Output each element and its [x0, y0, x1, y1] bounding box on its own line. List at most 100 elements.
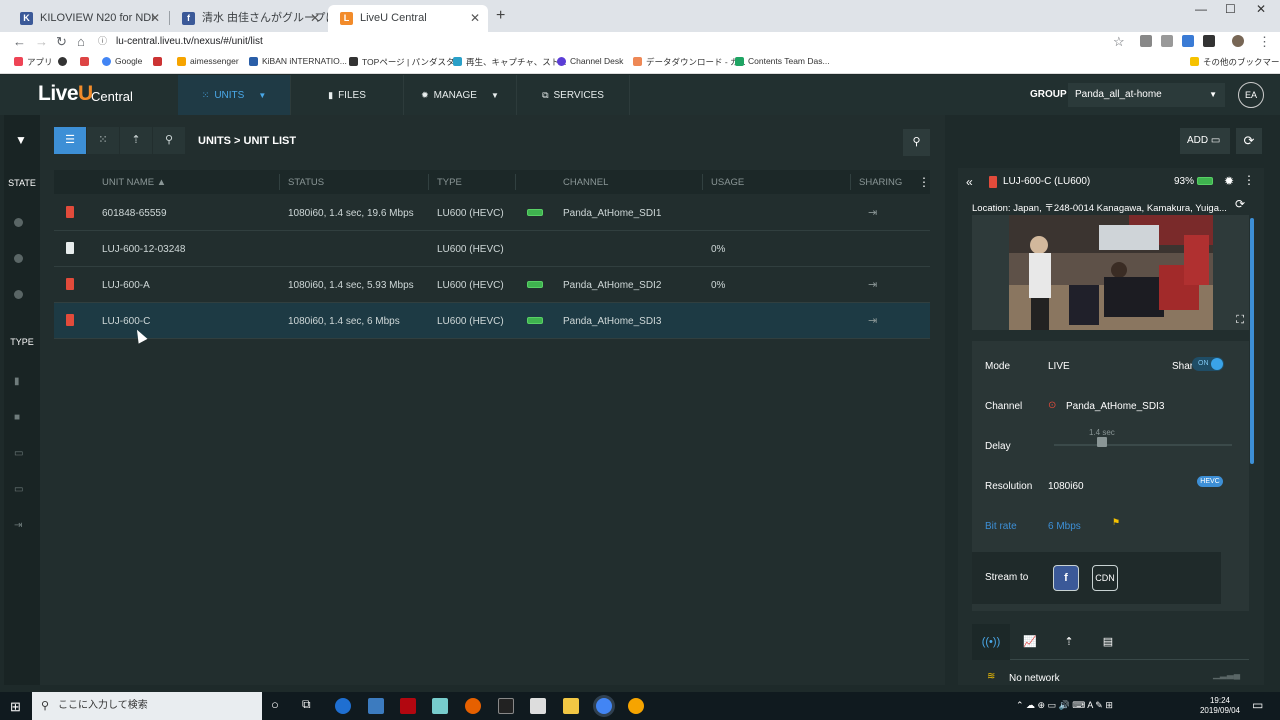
nav-files[interactable]: ▮ FILES [291, 75, 404, 115]
cortana-icon[interactable]: ○ [271, 697, 279, 712]
camera-extension-icon[interactable] [1161, 35, 1173, 47]
delay-slider-handle[interactable] [1097, 437, 1107, 447]
refresh-location-icon[interactable]: ⟳ [1235, 197, 1245, 211]
camera-type-icon[interactable]: ■ [14, 412, 20, 423]
bookmark-star-icon[interactable]: ☆ [1113, 34, 1125, 50]
taskbar-clock[interactable]: 19:24 2019/09/04 [1196, 696, 1244, 716]
norton-icon[interactable] [628, 698, 644, 714]
bookmark-capture[interactable]: 再生、キャプチャ、スト... [453, 56, 566, 68]
extension-icon[interactable] [1182, 35, 1194, 47]
tab-live-stream[interactable]: ((•)) [972, 624, 1010, 660]
close-tab-icon[interactable]: ✕ [310, 5, 320, 31]
bookmark-channel-desk[interactable]: Channel Desk [557, 56, 623, 66]
bookmark-aimessenger[interactable]: aimessenger [177, 56, 239, 66]
bookmark-contents-team[interactable]: Contents Team Das... [735, 56, 830, 66]
state-filter-dot[interactable] [14, 218, 23, 227]
browser-tab-liveu[interactable]: L LiveU Central ✕ [328, 5, 488, 32]
nav-units[interactable]: ⁙ UNITS ▼ [178, 75, 291, 115]
app-icon[interactable] [432, 698, 448, 714]
panel-menu-icon[interactable]: ⋮ [1243, 173, 1255, 187]
bookmark-google[interactable]: Google [102, 56, 142, 66]
column-menu-icon[interactable]: ⋮ [918, 175, 930, 189]
refresh-button[interactable]: ⟳ [1236, 128, 1262, 154]
col-sharing[interactable]: SHARING [859, 177, 902, 188]
tray-icons[interactable]: ⌃ ☁ ⊕ ▭ 🔊 ⌨ A ✎ ⊞ [1016, 700, 1113, 711]
reload-icon[interactable]: ↻ [56, 34, 67, 50]
forward-icon[interactable]: → [35, 34, 48, 49]
close-tab-icon[interactable]: ✕ [470, 5, 480, 31]
chrome-icon[interactable] [596, 698, 612, 714]
state-filter-dot[interactable] [14, 290, 23, 299]
profile-avatar-icon[interactable] [1232, 35, 1244, 47]
back-icon[interactable]: ← [13, 34, 26, 49]
bookmark-kiban[interactable]: KiBAN iNTERNATIO... [249, 56, 347, 66]
nav-manage[interactable]: ✹ MANAGE ▼ [404, 75, 517, 115]
notification-icon[interactable]: ▭ [1252, 698, 1263, 712]
tab-stats[interactable]: 📈 [1011, 624, 1049, 660]
tab-upload[interactable]: ⇡ [1050, 624, 1088, 660]
upload-view-button[interactable]: ⇡ [120, 127, 152, 154]
task-view-icon[interactable]: ⧉ [302, 697, 311, 712]
col-unit-name[interactable]: UNIT NAME ▲ [102, 177, 166, 188]
close-tab-icon[interactable]: ✕ [150, 5, 160, 31]
table-row-selected[interactable]: LUJ-600-C 1080i60, 1.4 sec, 6 Mbps LU600… [54, 303, 930, 339]
collapse-panel-icon[interactable]: « [966, 175, 973, 189]
bookmark-data-download[interactable]: データダウンロード - カ... [633, 56, 746, 68]
video-preview[interactable]: ⛶ [972, 215, 1249, 330]
fullscreen-icon[interactable]: ⛶ [1236, 314, 1244, 327]
windows-start-icon[interactable]: ⊞ [10, 699, 21, 715]
share-icon[interactable]: ⇥ [868, 314, 877, 327]
device-type-icon[interactable]: ▮ [14, 376, 20, 387]
mail-icon[interactable] [530, 698, 546, 714]
edge-icon[interactable] [335, 698, 351, 714]
search-button[interactable]: ⚲ [903, 129, 930, 156]
folder-icon[interactable] [563, 698, 579, 714]
col-type[interactable]: TYPE [437, 177, 462, 188]
encoder-type-icon[interactable]: ▭ [14, 484, 23, 495]
extension-icon[interactable] [1140, 35, 1152, 47]
nav-services[interactable]: ⧉ SERVICES [517, 75, 630, 115]
col-usage[interactable]: USAGE [711, 177, 744, 188]
bookmark-other[interactable]: その他のブックマーク [1190, 56, 1280, 68]
settings-gear-icon[interactable]: ✹ [1224, 174, 1234, 188]
grid-view-button[interactable]: ⁙ [87, 127, 119, 154]
map-view-button[interactable]: ⚲ [153, 127, 185, 154]
bookmark-pandastudio[interactable]: TOPページ | パンダスタ... [349, 56, 462, 68]
minimize-icon[interactable]: — [1195, 2, 1207, 16]
panel-scrollbar[interactable] [1250, 218, 1254, 464]
bookmark-apps[interactable]: アプリ [14, 56, 53, 68]
browser-tab-facebook[interactable]: f 清水 由佳さんがグループにメッセージを ✕ [170, 5, 328, 32]
user-avatar[interactable]: EA [1238, 82, 1264, 108]
netflix-icon[interactable] [400, 698, 416, 714]
share-toggle[interactable]: ON [1192, 357, 1224, 371]
group-select[interactable]: Panda_all_at-home ▼ [1068, 83, 1225, 107]
channel-value[interactable]: Panda_AtHome_SDI3 [1066, 401, 1164, 412]
maximize-icon[interactable]: ☐ [1225, 2, 1236, 16]
firefox-icon[interactable] [465, 698, 481, 714]
share-type-icon[interactable]: ⇥ [14, 520, 22, 531]
liveu-logo[interactable]: LiveU Central [0, 75, 178, 115]
table-row[interactable]: LUJ-600-A 1080i60, 1.4 sec, 5.93 Mbps LU… [54, 267, 930, 303]
taskbar-search[interactable]: ⚲ ここに入力して検索 [32, 692, 262, 720]
browser-tab-kiloview[interactable]: K KILOVIEW N20 for NDI ✕ [8, 5, 168, 32]
extension-icon[interactable] [1203, 35, 1215, 47]
menu-kebab-icon[interactable]: ⋮ [1258, 34, 1271, 50]
laptop-type-icon[interactable]: ▭ [14, 448, 23, 459]
table-row[interactable]: LUJ-600-12-03248 LU600 (HEVC) 0% [54, 231, 930, 267]
col-channel[interactable]: CHANNEL [563, 177, 608, 188]
new-tab-icon[interactable]: + [496, 7, 505, 25]
home-icon[interactable]: ⌂ [77, 34, 85, 49]
store-icon[interactable] [368, 698, 384, 714]
facebook-stream-button[interactable]: f [1053, 565, 1079, 591]
add-button[interactable]: ADD ▭ [1180, 128, 1230, 154]
tab-files[interactable]: ▤ [1089, 624, 1127, 660]
share-icon[interactable]: ⇥ [868, 206, 877, 219]
delay-slider-track[interactable] [1054, 444, 1232, 446]
share-icon[interactable]: ⇥ [868, 278, 877, 291]
cdn-stream-button[interactable]: CDN [1092, 565, 1118, 591]
close-window-icon[interactable]: ✕ [1256, 2, 1266, 16]
filter-icon[interactable]: ▼ [15, 133, 27, 147]
table-row[interactable]: 601848-65559 1080i60, 1.4 sec, 19.6 Mbps… [54, 195, 930, 231]
url-field[interactable]: ⓘ lu-central.liveu.tv/nexus/#/unit/list [98, 32, 1138, 50]
state-filter-dot[interactable] [14, 254, 23, 263]
